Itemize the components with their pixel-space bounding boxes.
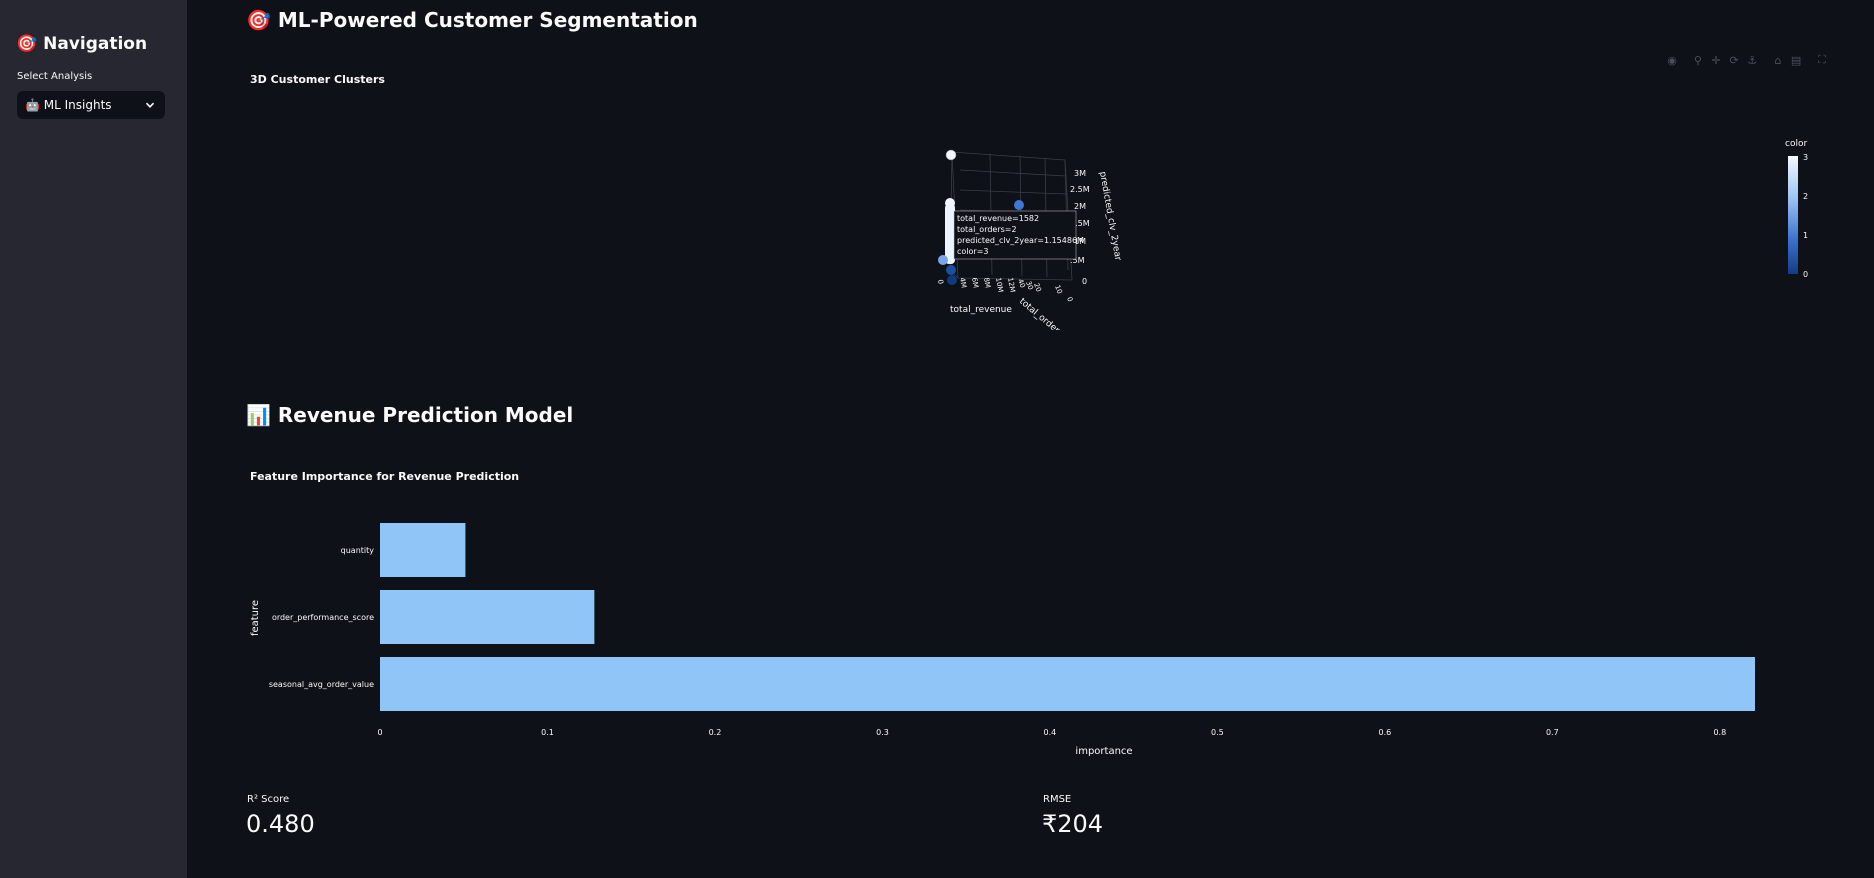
- tooltip-line: predicted_clv_2year=1.15486M: [957, 236, 1084, 245]
- y-tick: 20: [1032, 282, 1043, 293]
- colorbar-tick: 0: [1803, 270, 1808, 279]
- tooltip-line: color=3: [957, 247, 989, 256]
- scatter3d-point[interactable]: [946, 265, 956, 275]
- chart-modebar: ◉ ⚲ ✛ ⟳ ⚓ ⌂ ▤ ⛶: [1665, 52, 1829, 68]
- scatter3d-tooltip: total_revenue=1582 total_orders=2 predic…: [953, 210, 1084, 260]
- z-axis-title: predicted_clv_2year: [1097, 171, 1123, 262]
- analysis-select[interactable]: 🤖 ML Insights: [17, 91, 165, 119]
- x-tick: 8M: [982, 277, 992, 289]
- x-tick-label: 0.1: [541, 728, 554, 737]
- y-tick-label: quantity: [341, 546, 375, 555]
- bar-seasonal_avg_order_value[interactable]: [380, 657, 1755, 711]
- page-title: 🎯 ML-Powered Customer Segmentation: [246, 8, 698, 32]
- analysis-select-value: 🤖 ML Insights: [25, 98, 112, 112]
- y-tick-label: seasonal_avg_order_value: [269, 680, 374, 689]
- r2-score-value: 0.480: [246, 810, 315, 838]
- y-tick: 0: [1065, 296, 1074, 303]
- y-tick-label: order_performance_score: [272, 613, 374, 622]
- turntable-icon[interactable]: ⚓: [1745, 53, 1759, 68]
- rmse-label: RMSE: [1043, 794, 1072, 805]
- z-tick: 3M: [1074, 169, 1086, 178]
- x-tick: 0: [936, 279, 945, 285]
- home-icon[interactable]: ⌂: [1771, 53, 1785, 68]
- x-tick-label: 0.2: [709, 728, 722, 737]
- colorbar-tick: 2: [1803, 192, 1808, 201]
- x-tick-label: 0.4: [1044, 728, 1057, 737]
- bar-quantity[interactable]: [380, 523, 466, 577]
- colorbar-gradient: [1788, 156, 1798, 274]
- section-title: 📊 Revenue Prediction Model: [246, 403, 574, 427]
- x-tick: 4M: [958, 277, 968, 289]
- y-axis-title: total_orders: [1017, 297, 1065, 330]
- y-tick: 10: [1053, 284, 1064, 295]
- colorbar-tick: 1: [1803, 231, 1808, 240]
- sidebar-title: 🎯 Navigation: [16, 34, 148, 54]
- chevron-down-icon: [145, 102, 155, 108]
- z-tick: 0: [1082, 277, 1087, 286]
- rmse-value: ₹204: [1042, 810, 1104, 838]
- scatter3d-point[interactable]: [938, 255, 948, 265]
- colorbar-title: color: [1785, 139, 1807, 149]
- select-analysis-label: Select Analysis: [17, 71, 93, 82]
- x-tick: 6M: [970, 277, 980, 289]
- x-tick: 10M: [994, 277, 1004, 293]
- bar-order_performance_score[interactable]: [380, 590, 595, 644]
- y-axis-title: feature: [250, 600, 261, 636]
- x-axis-title: importance: [1075, 746, 1132, 757]
- bar-chart-title: Feature Importance for Revenue Predictio…: [250, 470, 520, 483]
- scatter3d-title: 3D Customer Clusters: [250, 73, 385, 86]
- scatter3d-point-cluster[interactable]: [945, 204, 955, 264]
- colorbar-tick: 3: [1803, 153, 1808, 162]
- x-tick-label: 0.6: [1379, 728, 1392, 737]
- x-tick-label: 0.3: [876, 728, 889, 737]
- x-tick-label: 0.5: [1211, 728, 1224, 737]
- zoom-icon[interactable]: ⚲: [1691, 53, 1705, 68]
- r2-score-label: R² Score: [247, 794, 290, 805]
- x-axis-title: total_revenue: [950, 305, 1012, 315]
- tooltip-line: total_orders=2: [957, 225, 1017, 234]
- x-tick-label: 0: [377, 728, 382, 737]
- tooltip-line: total_revenue=1582: [957, 214, 1039, 223]
- sidebar: 🎯 Navigation Select Analysis 🤖 ML Insigh…: [0, 0, 187, 878]
- orbit-icon[interactable]: ⟳: [1727, 53, 1741, 68]
- scatter3d-point[interactable]: [945, 149, 957, 161]
- colorbar: color 3 2 1 0: [1785, 139, 1808, 279]
- scatter3d-point[interactable]: [947, 275, 957, 285]
- x-tick-label: 0.7: [1546, 728, 1559, 737]
- reset-camera-icon[interactable]: ▤: [1789, 53, 1803, 68]
- x-tick-label: 0.8: [1713, 728, 1726, 737]
- x-tick: 12M: [1006, 277, 1016, 293]
- pan-icon[interactable]: ✛: [1709, 53, 1723, 68]
- camera-icon[interactable]: ◉: [1665, 53, 1679, 68]
- fullscreen-icon[interactable]: ⛶: [1815, 53, 1829, 68]
- z-tick: 2.5M: [1070, 185, 1090, 194]
- feature-importance-chart[interactable]: quantity order_performance_score seasonal_…: [240, 500, 1760, 765]
- scatter3d-point[interactable]: [1014, 200, 1024, 210]
- scatter3d-chart[interactable]: 3M 2.5M 2M 1.5M 1M .5M 0 predicted_clv_2…: [900, 130, 1140, 330]
- z-tick: 2M: [1074, 202, 1086, 211]
